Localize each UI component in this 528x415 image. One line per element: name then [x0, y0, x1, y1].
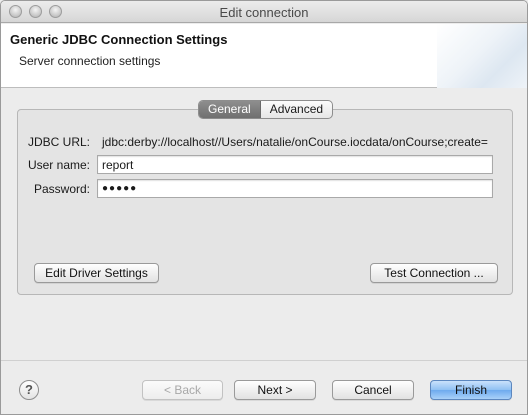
next-button[interactable]: Next >: [234, 380, 316, 400]
footer-separator: [1, 360, 527, 361]
user-name-field[interactable]: report: [97, 155, 493, 174]
back-button[interactable]: < Back: [142, 380, 223, 400]
test-connection-button[interactable]: Test Connection ...: [370, 263, 498, 283]
banner-graphic: [437, 24, 527, 88]
tab-general[interactable]: General: [199, 101, 261, 118]
page-subtitle: Server connection settings: [19, 54, 161, 68]
tab-bar: General Advanced: [198, 100, 334, 119]
edit-driver-settings-button[interactable]: Edit Driver Settings: [34, 263, 159, 283]
header-banner: Generic JDBC Connection Settings Server …: [1, 24, 527, 88]
user-name-label: User name:: [27, 158, 90, 172]
cancel-button[interactable]: Cancel: [332, 380, 414, 400]
window-title: Edit connection: [219, 5, 309, 20]
page-title: Generic JDBC Connection Settings: [10, 32, 228, 47]
finish-button[interactable]: Finish: [430, 380, 512, 400]
jdbc-url-value[interactable]: jdbc:derby://localhost//Users/natalie/on…: [97, 132, 501, 151]
help-icon[interactable]: ?: [19, 380, 39, 400]
title-bar: Edit connection: [1, 1, 527, 23]
password-label: Password:: [33, 182, 90, 196]
jdbc-url-label: JDBC URL:: [27, 135, 90, 149]
tab-advanced[interactable]: Advanced: [261, 101, 332, 118]
edit-connection-window: Edit connection Generic JDBC Connection …: [0, 0, 528, 415]
password-field[interactable]: ●●●●●: [97, 179, 493, 198]
